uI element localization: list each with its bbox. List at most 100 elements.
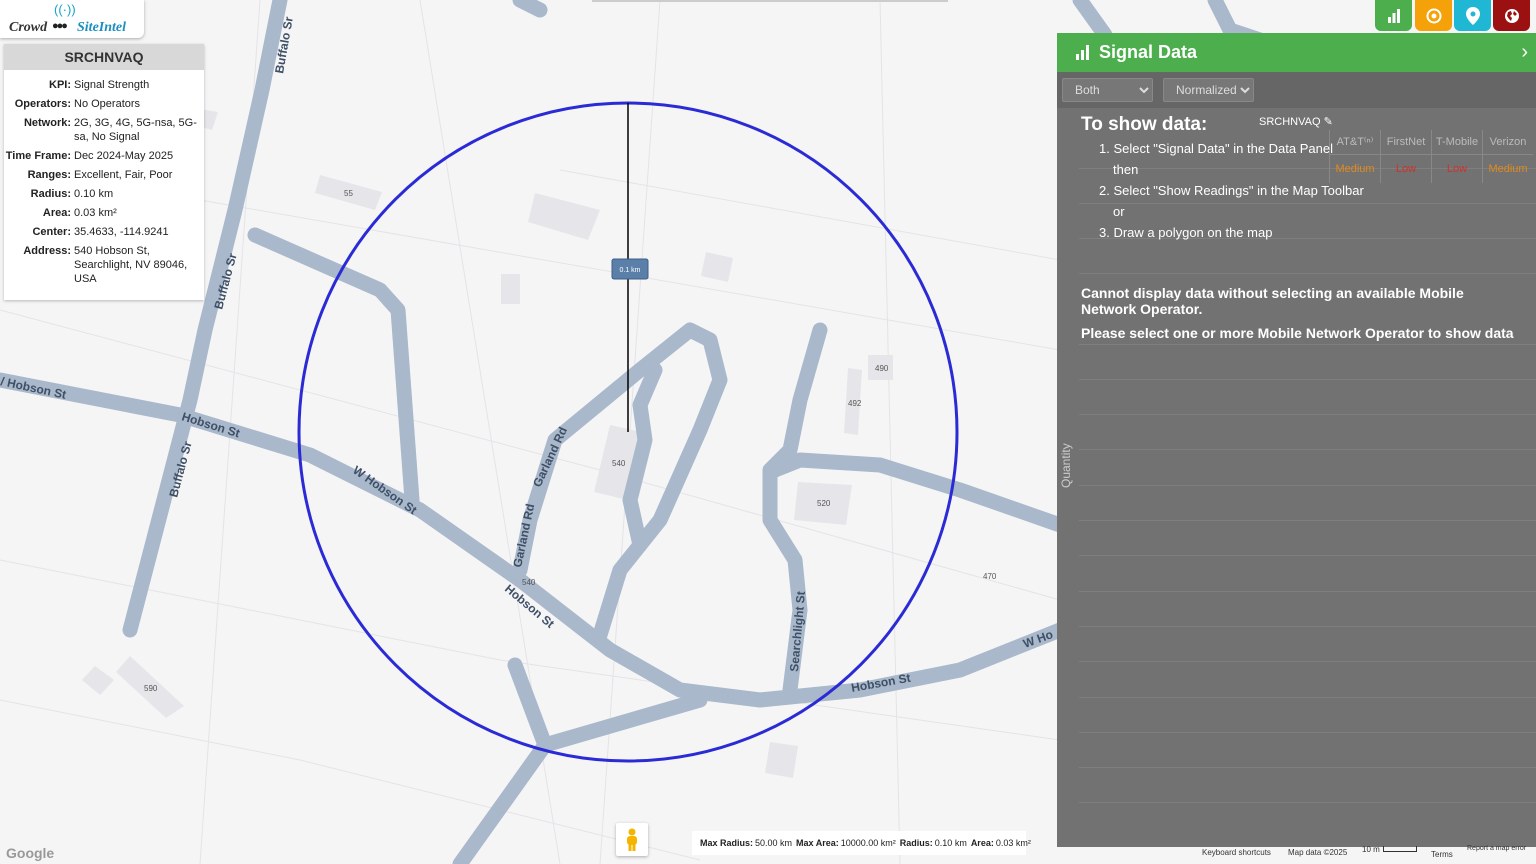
building-label: 55 — [344, 189, 353, 198]
area-label: Area: — [970, 838, 994, 848]
info-key: Ranges: — [27, 169, 71, 181]
target-icon — [1426, 8, 1441, 23]
step-or: or — [1113, 204, 1125, 219]
grid-line — [1079, 802, 1536, 803]
step-1: 1. Select "Signal Data" in the Data Pane… — [1099, 141, 1333, 156]
info-value: No Operators — [74, 98, 141, 110]
operator-name: FirstNet — [1381, 130, 1431, 155]
instructions: 1. Select "Signal Data" in the Data Pane… — [1099, 138, 1364, 243]
normalization-select[interactable]: Normalized — [1163, 78, 1254, 102]
info-value: 0.03 km² — [74, 207, 117, 219]
info-value: 35.4633, -114.9241 — [74, 226, 169, 238]
operator-name: Verizon — [1483, 130, 1533, 155]
grid-line — [1079, 591, 1536, 592]
grid-line — [1079, 626, 1536, 627]
signal-wave-icon: ((·)) — [54, 2, 76, 17]
grid-line — [1079, 449, 1536, 450]
info-key: Center: — [32, 226, 71, 238]
google-logo[interactable]: Google — [6, 845, 54, 861]
building-label: 590 — [144, 684, 158, 693]
operator-level: Low — [1446, 163, 1468, 175]
y-axis-label: Quantity — [1059, 443, 1073, 488]
info-value: Excellent, Fair, Poor — [74, 169, 173, 181]
info-value: 2G, 3G, 4G, 5G-nsa, 5G-sa, No Signal — [74, 117, 197, 143]
info-row-network: Network: 2G, 3G, 4G, 5G-nsa, 5G-sa, No Si… — [4, 116, 198, 144]
location-button[interactable] — [1454, 0, 1491, 31]
info-key: KPI: — [49, 79, 71, 91]
operator-column[interactable]: Verizon Medium — [1482, 130, 1533, 183]
grid-line — [1079, 661, 1536, 662]
street-view-pegman[interactable] — [616, 823, 648, 856]
operator-level: Medium — [1488, 163, 1528, 175]
info-key: Network: — [23, 117, 71, 129]
max-radius-value: 50.00 km — [755, 838, 793, 848]
terms-link[interactable]: Terms — [1431, 850, 1453, 859]
operator-level: Low — [1395, 163, 1417, 175]
panel-title: Signal Data — [1099, 42, 1198, 62]
signal-data-button[interactable] — [1375, 0, 1412, 31]
grid-line — [1079, 767, 1536, 768]
step-then: then — [1113, 162, 1139, 177]
info-row-operators: Operators: No Operators — [4, 97, 198, 111]
building-label: 540 — [612, 459, 626, 468]
info-value: Signal Strength — [74, 79, 150, 91]
site-info-rows: KPI: Signal Strength Operators: No Operato… — [4, 70, 204, 286]
target-button[interactable] — [1415, 0, 1452, 31]
logo-text-siteintel: SiteIntel — [77, 20, 127, 35]
radius-stats-bar: Max Radius: 50.00 km Max Area: 10000.00 km… — [692, 831, 1031, 855]
info-row-timeframe: Time Frame: Dec 2024-May 2025 — [4, 149, 198, 163]
area-value: 0.03 km² — [995, 838, 1031, 848]
radius-value: 0.10 km — [934, 838, 967, 848]
max-area-value: 10000.00 km² — [840, 838, 896, 848]
mode-select[interactable]: Both — [1062, 78, 1153, 102]
panel-body: SRCHNVAQ ✎ AT&T⁽ⁿ⁾ Medium FirstNet Low T… — [1057, 108, 1536, 847]
info-key: Address: — [23, 245, 71, 257]
building-label: 540 — [522, 578, 536, 587]
grid-line — [1079, 555, 1536, 556]
scale-label[interactable]: 10 m — [1362, 845, 1380, 854]
panel-header: Signal Data › — [1057, 33, 1536, 72]
warning-no-operator: Cannot display data without selecting an… — [1081, 285, 1464, 317]
radius-measure-label: 0.1 km — [619, 267, 640, 274]
building-label: 520 — [817, 499, 831, 508]
operator-column[interactable]: FirstNet Low — [1380, 130, 1431, 183]
grid-line — [1079, 520, 1536, 521]
grid-line — [1079, 485, 1536, 486]
step-3: 3. Draw a polygon on the map — [1099, 225, 1273, 240]
site-tag: SRCHNVAQ ✎ — [1259, 115, 1333, 128]
info-value: 0.10 km — [74, 188, 114, 200]
panel-filters: Both Normalized — [1057, 72, 1536, 108]
info-row-kpi: KPI: Signal Strength — [4, 78, 198, 92]
step-2: 2. Select "Show Readings" in the Map Too… — [1099, 183, 1364, 198]
info-value: 540 Hobson St, Searchlight, NV 89046, US… — [74, 245, 188, 285]
show-data-title: To show data: — [1081, 114, 1208, 135]
info-row-area: Area: 0.03 km² — [4, 206, 198, 220]
map-data-attribution: Map data ©2025 — [1288, 848, 1348, 857]
grid-line — [1296, 273, 1536, 274]
keyboard-shortcuts-link[interactable]: Keyboard shortcuts — [1202, 848, 1271, 857]
chevron-right-icon[interactable]: › — [1521, 41, 1528, 64]
info-key: Radius: — [30, 188, 71, 200]
scale-bar — [1383, 846, 1417, 852]
grid-line — [1079, 379, 1536, 380]
info-key: Operators: — [14, 98, 71, 110]
crowdsiteintel-logo[interactable]: ((·)) Crowd ●●● SiteIntel — [0, 0, 144, 38]
globe-icon — [1504, 8, 1519, 23]
bar-chart-icon — [1076, 45, 1089, 60]
info-value: Dec 2024-May 2025 — [74, 150, 174, 162]
max-radius-label: Max Radius: — [700, 838, 754, 848]
building-label: 490 — [875, 364, 889, 373]
pegman-icon — [627, 828, 637, 851]
grid-line — [1079, 414, 1536, 415]
info-row-center: Center: 35.4633, -114.9241 — [4, 225, 198, 239]
globe-button[interactable] — [1493, 0, 1530, 31]
info-row-radius: Radius: 0.10 km — [4, 187, 198, 201]
info-row-ranges: Ranges: Excellent, Fair, Poor — [4, 168, 198, 182]
bar-chart-icon — [1387, 8, 1400, 23]
site-id-heading: SRCHNVAQ — [4, 44, 204, 70]
report-map-error-link[interactable]: Report a map error — [1467, 845, 1526, 852]
operator-column[interactable]: T-Mobile Low — [1431, 130, 1482, 183]
pencil-icon[interactable]: ✎ — [1324, 116, 1333, 128]
info-key: Time Frame: — [5, 150, 71, 162]
operator-name: T-Mobile — [1432, 130, 1482, 155]
